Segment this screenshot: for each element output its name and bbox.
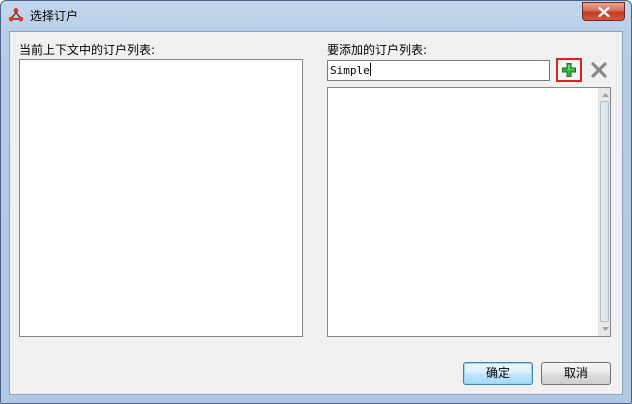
subscribers-to-add-list[interactable] bbox=[327, 87, 611, 337]
scroll-up-arrow[interactable] bbox=[599, 89, 611, 101]
subscribers-to-add-label: 要添加的订户列表: bbox=[327, 43, 428, 57]
x-icon bbox=[591, 62, 607, 78]
chevron-up-icon bbox=[601, 93, 609, 97]
dialog-client-area: 当前上下文中的订户列表: 要添加的订户列表: Simple 确定 取消 bbox=[9, 31, 623, 395]
dialog-window: 选择订户 当前上下文中的订户列表: 要添加的订户列表: Simple 确定 取消 bbox=[0, 0, 632, 404]
app-logo-icon bbox=[8, 7, 24, 23]
window-title: 选择订户 bbox=[30, 9, 79, 23]
scroll-down-arrow[interactable] bbox=[599, 323, 611, 335]
text-caret bbox=[369, 63, 371, 76]
current-subscribers-list[interactable] bbox=[19, 59, 303, 337]
current-subscribers-label: 当前上下文中的订户列表: bbox=[19, 43, 156, 57]
remove-subscriber-button[interactable] bbox=[588, 59, 610, 81]
close-button[interactable] bbox=[582, 2, 625, 21]
subscriber-name-value: Simple bbox=[330, 64, 370, 77]
title-bar[interactable]: 选择订户 bbox=[1, 1, 631, 29]
plus-icon bbox=[562, 63, 576, 77]
subscriber-name-input[interactable]: Simple bbox=[327, 60, 550, 81]
ok-button[interactable]: 确定 bbox=[463, 362, 533, 385]
vertical-scrollbar[interactable] bbox=[598, 88, 610, 336]
add-subscriber-button[interactable] bbox=[556, 58, 582, 82]
close-icon bbox=[597, 6, 610, 17]
scroll-thumb[interactable] bbox=[600, 101, 609, 322]
chevron-down-icon bbox=[601, 327, 609, 331]
cancel-button[interactable]: 取消 bbox=[541, 362, 611, 385]
